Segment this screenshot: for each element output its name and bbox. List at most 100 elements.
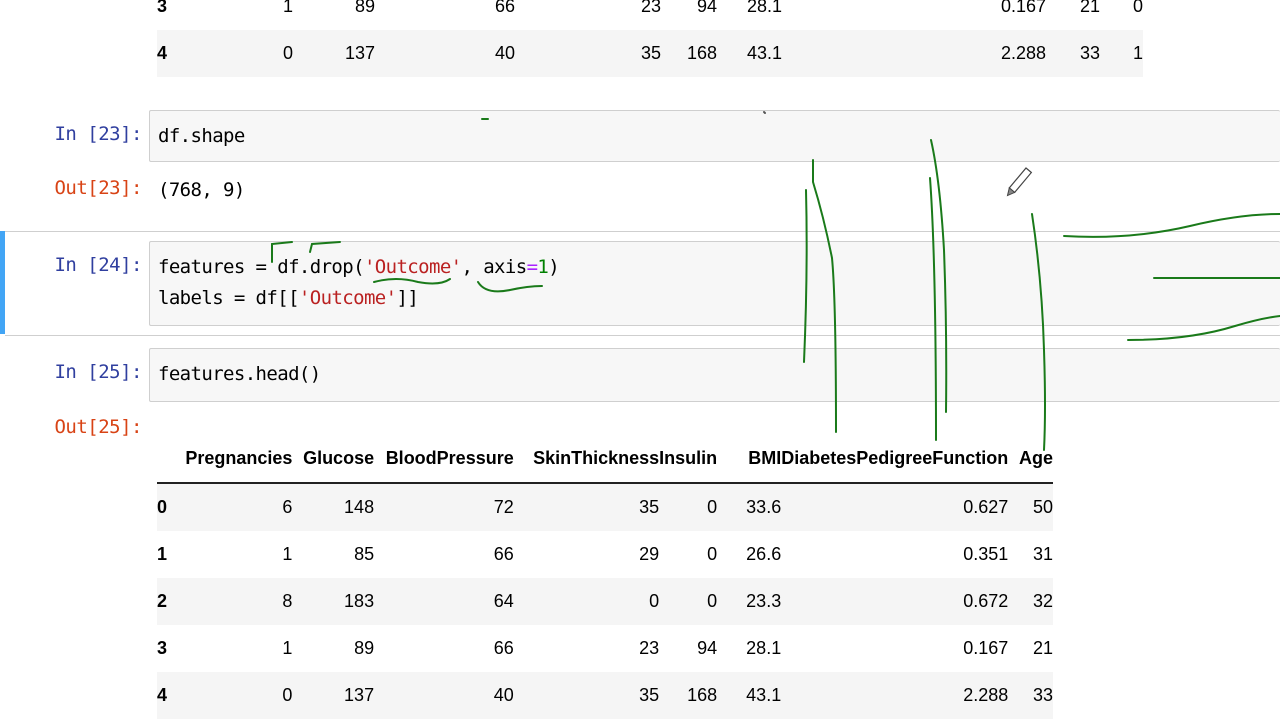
cell23-input-area[interactable] xyxy=(149,110,1280,162)
cell23-code[interactable]: df.shape xyxy=(158,121,245,152)
string-literal: 'Outcome' xyxy=(298,287,397,309)
table-cell: 6 xyxy=(180,483,293,531)
table-cell: 43.1 xyxy=(717,30,782,77)
row-index: 4 xyxy=(157,672,181,719)
table-row: 3 1 89 66 23 94 28.1 0.167 21 0 xyxy=(157,0,1143,30)
cell23-in-prompt: In [23]: xyxy=(54,123,142,145)
cell23-output: (768, 9) xyxy=(158,179,245,201)
column-header: Glucose xyxy=(303,447,375,468)
table-cell: 1 xyxy=(282,544,293,564)
table-cell: 183 xyxy=(292,578,375,625)
cell25-code[interactable]: features.head() xyxy=(158,359,321,390)
table-cell: 0 xyxy=(1100,0,1143,30)
table-cell: 0 xyxy=(180,672,293,719)
row-index: 3 xyxy=(157,0,181,30)
table-cell: 66 xyxy=(375,0,515,30)
table-cell: 0.167 xyxy=(782,0,1046,30)
table-cell: 33 xyxy=(1008,672,1053,719)
table-header-row: Pregnancies Glucose BloodPressure SkinThick… xyxy=(157,434,1053,483)
column-header: Pregnancies xyxy=(185,447,293,468)
table-cell: 89 xyxy=(354,638,375,658)
table-cell: 8 xyxy=(180,578,293,625)
table-row: 4 0 137 40 35 168 43.1 2.288 33 1 xyxy=(157,30,1143,77)
cell24-code-line2[interactable]: labels = df[['Outcome']] xyxy=(158,283,419,314)
table-cell: 21 xyxy=(1046,0,1100,30)
table-cell: 29 xyxy=(639,544,660,564)
operator: = xyxy=(526,256,538,278)
code-token: ) xyxy=(548,256,560,278)
table-cell: 33.6 xyxy=(717,483,782,531)
cell24-in-prompt: In [24]: xyxy=(54,254,142,276)
table-row: 1 1 85 66 29 0 26.6 0.351 31 xyxy=(157,531,1053,578)
row-index: 4 xyxy=(157,30,181,77)
code-token: , axis xyxy=(461,256,528,278)
table-row: 2 8 183 64 0 0 23.3 0.672 32 xyxy=(157,578,1053,625)
column-header: SkinThickness xyxy=(533,447,660,468)
column-header: DiabetesPedigreeFunction xyxy=(781,447,1009,468)
table-cell: 2.288 xyxy=(781,672,1009,719)
table-cell: 0 xyxy=(181,30,293,77)
table-cell: 66 xyxy=(493,638,514,658)
table-cell: 33 xyxy=(1046,30,1100,77)
cell25-in-prompt: In [25]: xyxy=(54,361,142,383)
table-cell: 50 xyxy=(1008,483,1053,531)
table-cell: 0 xyxy=(659,578,718,625)
table-cell: 35 xyxy=(513,483,660,531)
table-row: 0 6 148 72 35 0 33.6 0.627 50 xyxy=(157,483,1053,531)
table-cell: 23 xyxy=(639,638,660,658)
table-cell: 94 xyxy=(697,638,718,658)
table-cell: 26.6 xyxy=(746,544,782,564)
table-cell: 148 xyxy=(292,483,375,531)
table-cell: 89 xyxy=(293,0,375,30)
table-cell: 64 xyxy=(374,578,514,625)
table-cell: 168 xyxy=(661,30,717,77)
column-header: BloodPressure xyxy=(385,447,514,468)
cell25-out-prompt: Out[25]: xyxy=(54,416,142,438)
dataframe-head-table: Pregnancies Glucose BloodPressure SkinThick… xyxy=(157,434,1053,719)
table-cell: 1 xyxy=(181,0,293,30)
previous-output-table: 3 1 89 66 23 94 28.1 0.167 21 0 4 0 137 40 35 168 43.1 2.… xyxy=(157,0,1143,77)
table-cell: 137 xyxy=(293,30,375,77)
cell23-out-prompt: Out[23]: xyxy=(54,177,142,199)
table-cell: 0.167 xyxy=(963,638,1009,658)
table-cell: 40 xyxy=(375,30,515,77)
column-header: Insulin xyxy=(659,447,718,468)
table-cell: 1 xyxy=(1100,30,1143,77)
table-cell: 0 xyxy=(513,578,660,625)
column-header: BMI xyxy=(748,447,782,468)
code-token: labels = df[[ xyxy=(158,287,300,309)
pencil-cursor-icon xyxy=(1006,167,1033,197)
table-cell: 1 xyxy=(282,638,293,658)
table-cell: 85 xyxy=(354,544,375,564)
table-row: 3 1 89 66 23 94 28.1 0.167 21 xyxy=(157,625,1053,672)
table-cell: 43.1 xyxy=(717,672,782,719)
table-cell: 2.288 xyxy=(782,30,1046,77)
table-cell: 0.627 xyxy=(781,483,1009,531)
table-cell: 168 xyxy=(659,672,718,719)
table-cell: 94 xyxy=(661,0,717,30)
table-cell: 21 xyxy=(1032,638,1053,658)
column-header: Age xyxy=(1018,447,1053,468)
table-cell: 23.3 xyxy=(717,578,782,625)
table-cell: 28.1 xyxy=(746,638,782,658)
table-cell: 28.1 xyxy=(717,0,782,30)
table-cell: 72 xyxy=(374,483,514,531)
table-cell: 66 xyxy=(493,544,514,564)
table-cell: 31 xyxy=(1032,544,1053,564)
row-index: 1 xyxy=(157,544,168,564)
table-cell: 35 xyxy=(513,672,660,719)
cell24-code-line1[interactable]: features = df.drop('Outcome', axis=1) xyxy=(158,252,560,283)
row-index: 2 xyxy=(157,578,181,625)
string-literal: 'Outcome' xyxy=(363,256,462,278)
table-cell: 137 xyxy=(292,672,375,719)
index-header xyxy=(157,434,181,483)
row-index: 0 xyxy=(157,483,181,531)
table-cell: 0.672 xyxy=(781,578,1009,625)
table-cell: 40 xyxy=(374,672,514,719)
table-cell: 32 xyxy=(1008,578,1053,625)
table-cell: 35 xyxy=(515,30,661,77)
table-cell: 23 xyxy=(515,0,661,30)
number-literal: 1 xyxy=(537,256,549,278)
code-token: features = df.drop( xyxy=(158,256,365,278)
table-row: 4 0 137 40 35 168 43.1 2.288 33 xyxy=(157,672,1053,719)
